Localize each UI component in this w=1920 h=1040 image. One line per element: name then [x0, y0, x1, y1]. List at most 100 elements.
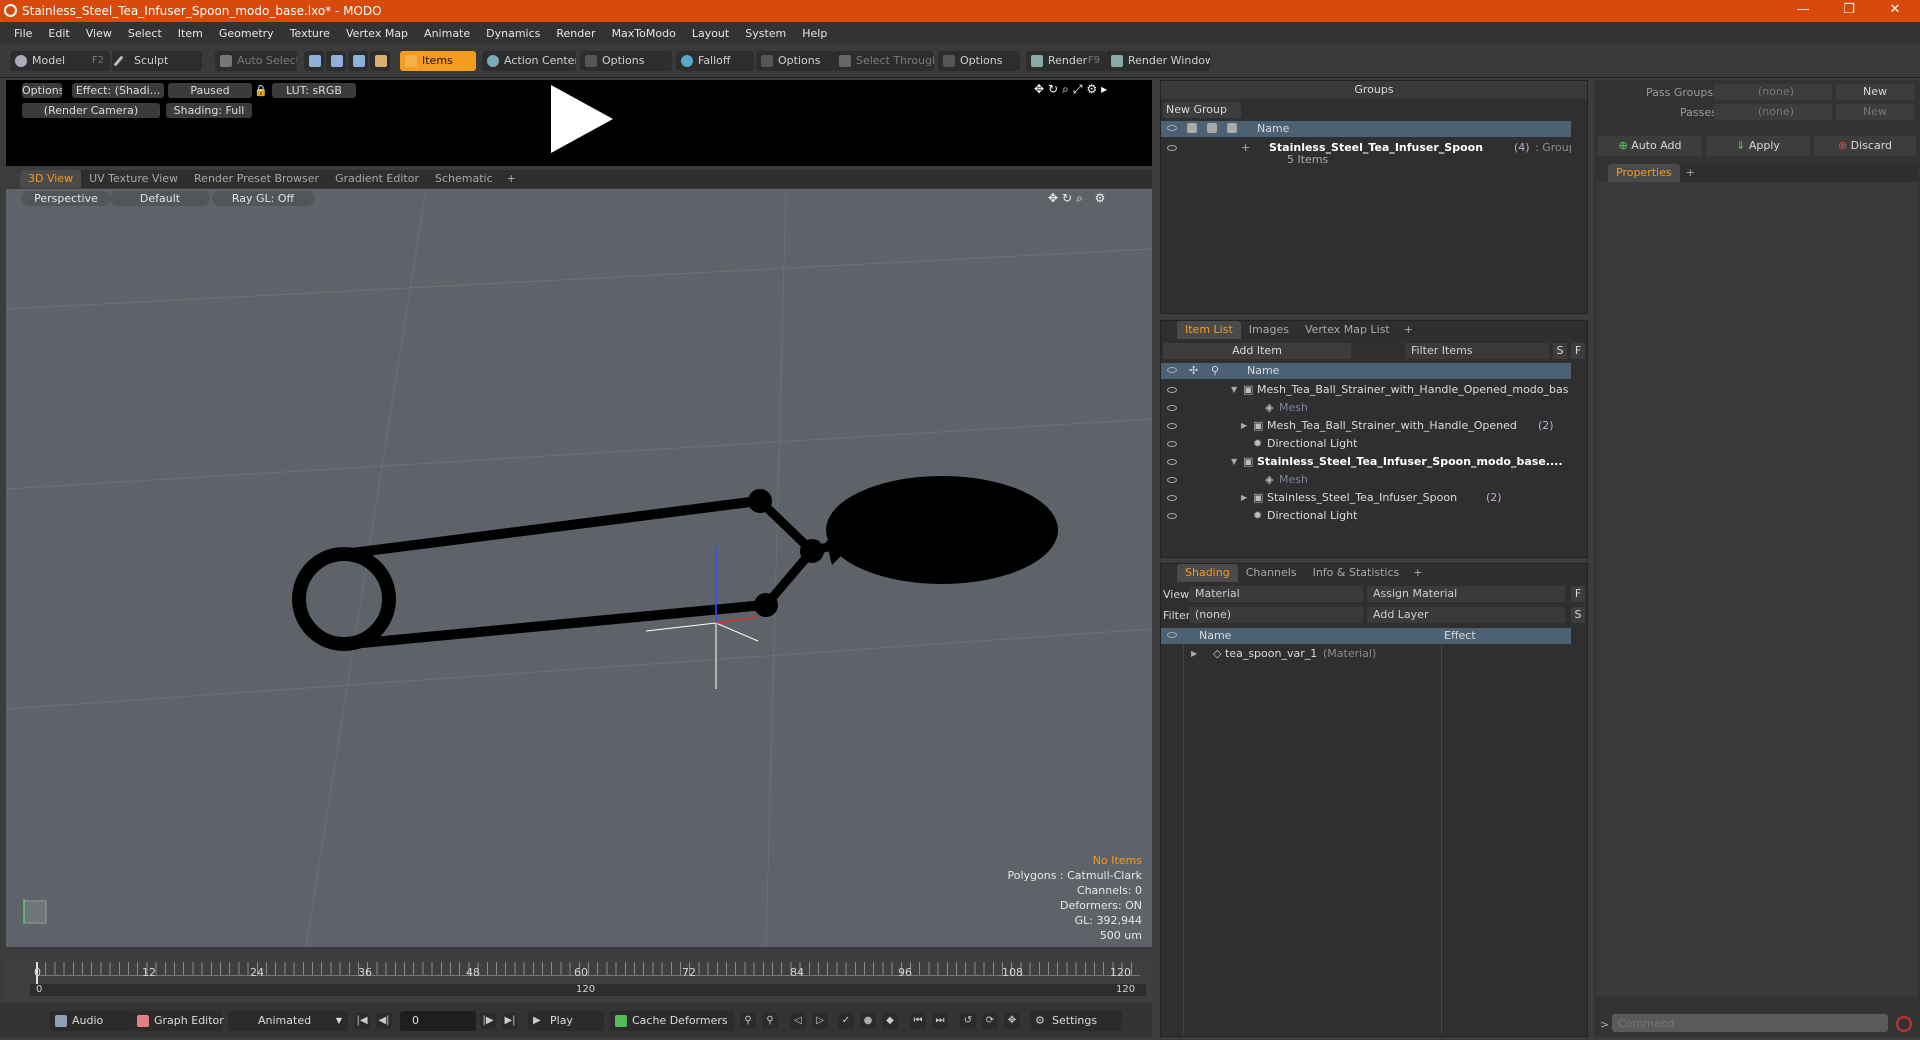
add-tab-button[interactable]: +: [1407, 564, 1428, 582]
menu-animate[interactable]: Animate: [416, 27, 478, 40]
action-center-button[interactable]: Action Center: [482, 51, 576, 71]
menu-texture[interactable]: Texture: [282, 27, 338, 40]
falloff-button[interactable]: Falloff: [676, 51, 754, 71]
misc-icon[interactable]: ✥: [1004, 1013, 1020, 1029]
item-row[interactable]: ◈ Mesh: [1161, 399, 1571, 417]
apply-button[interactable]: ⇓ Apply: [1706, 136, 1810, 156]
new-group-button[interactable]: New Group: [1163, 102, 1241, 118]
step-back-icon[interactable]: ◀|: [376, 1013, 392, 1029]
view-dropdown[interactable]: Material: [1189, 586, 1363, 602]
shading-dropdown[interactable]: Shading: Full: [166, 103, 252, 118]
sculpt-mode-button[interactable]: Sculpt: [112, 51, 202, 71]
filter-dropdown[interactable]: (none): [1189, 607, 1363, 623]
expand-arrow-icon[interactable]: ▼: [1231, 453, 1237, 471]
edges-mode-button[interactable]: [326, 51, 346, 71]
pass-groups-dropdown[interactable]: (none): [1714, 84, 1832, 100]
menu-file[interactable]: File: [6, 27, 40, 40]
tab-info-statistics[interactable]: Info & Statistics: [1305, 564, 1408, 582]
add-item-dropdown[interactable]: Add Item: [1163, 343, 1351, 359]
audio-button[interactable]: Audio: [50, 1011, 132, 1031]
add-layer-dropdown[interactable]: Add Layer: [1367, 607, 1565, 623]
action-center-options-button[interactable]: Options: [580, 51, 672, 71]
preview-effect-dropdown[interactable]: Effect: (Shadi...: [72, 83, 164, 98]
prev-marker-icon[interactable]: ⏮: [910, 1013, 926, 1029]
expand-arrow-icon[interactable]: ▼: [1231, 381, 1237, 399]
item-row[interactable]: ✹ Directional Light: [1161, 507, 1571, 525]
items-mode-button[interactable]: Items: [400, 51, 476, 71]
search-s-button[interactable]: S: [1553, 343, 1567, 359]
lut-dropdown[interactable]: LUT: sRGB: [272, 83, 356, 98]
command-input[interactable]: [1612, 1014, 1888, 1032]
record-icon[interactable]: ●: [860, 1013, 876, 1029]
filter-items-input[interactable]: Filter Items: [1405, 343, 1549, 359]
play-button[interactable]: ▶ Play: [528, 1011, 604, 1031]
auto-add-button[interactable]: ⊕ Auto Add: [1598, 136, 1702, 156]
go-to-end-icon[interactable]: ▶|: [502, 1013, 518, 1029]
model-mode-button[interactable]: Model F2: [10, 51, 110, 71]
cache-deformers-button[interactable]: Cache Deformers: [610, 1011, 734, 1031]
restore-icon[interactable]: ❐: [1826, 0, 1872, 22]
item-row[interactable]: ✹ Directional Light: [1161, 435, 1571, 453]
item-row[interactable]: ▼ ▣ Stainless_Steel_Tea_Infuser_Spoon_modo…: [1161, 453, 1571, 471]
expand-arrow-icon[interactable]: ▶: [1241, 417, 1247, 435]
timeline-range-bar[interactable]: 0 120 120: [30, 984, 1146, 996]
item-visibility-eye-icon[interactable]: [1167, 405, 1177, 411]
add-tab-button[interactable]: +: [1680, 164, 1701, 182]
select-through-button[interactable]: Select Through: [834, 51, 934, 71]
command-history-icon[interactable]: [1896, 1016, 1912, 1032]
tab-properties[interactable]: Properties: [1608, 164, 1680, 182]
tab-vertex-map-list[interactable]: Vertex Map List: [1297, 321, 1398, 339]
tab-schematic[interactable]: Schematic: [427, 170, 501, 188]
auto-key-icon[interactable]: ✓: [838, 1013, 854, 1029]
auto-select-button[interactable]: Auto Select: [215, 51, 297, 71]
minimize-icon[interactable]: —: [1780, 0, 1826, 22]
tab-channels[interactable]: Channels: [1238, 564, 1305, 582]
current-frame-field[interactable]: 0: [400, 1011, 476, 1031]
render-camera-dropdown[interactable]: (Render Camera): [22, 103, 160, 118]
key-filter-icon[interactable]: ◆: [882, 1013, 898, 1029]
3d-viewport[interactable]: Perspective Default Ray GL: Off ✥↻⌕ ⚙ No…: [6, 189, 1152, 947]
preview-paused-button[interactable]: Paused: [168, 83, 252, 98]
step-forward-icon[interactable]: |▶: [480, 1013, 496, 1029]
expand-icon[interactable]: +: [1241, 139, 1250, 157]
menu-help[interactable]: Help: [794, 27, 835, 40]
menu-render[interactable]: Render: [548, 27, 603, 40]
shading-s-button[interactable]: S: [1571, 607, 1585, 623]
new-pass-group-button[interactable]: New: [1836, 84, 1914, 100]
key-icon[interactable]: ⚲: [740, 1013, 756, 1029]
vertices-mode-button[interactable]: [304, 51, 324, 71]
play-icon[interactable]: [551, 85, 613, 153]
tab-images[interactable]: Images: [1241, 321, 1297, 339]
tab-shading[interactable]: Shading: [1177, 564, 1238, 582]
expand-arrow-icon[interactable]: ▶: [1191, 645, 1197, 663]
render-button[interactable]: Render F9: [1026, 51, 1106, 71]
add-tab-button[interactable]: +: [501, 170, 522, 188]
shading-f-button[interactable]: F: [1571, 586, 1585, 602]
tab-gradient-editor[interactable]: Gradient Editor: [327, 170, 427, 188]
preview-options-button[interactable]: Options: [22, 83, 62, 98]
settings-button[interactable]: ⚙ Settings: [1030, 1011, 1122, 1031]
menu-maxtomodo[interactable]: MaxToModo: [604, 27, 684, 40]
timeline[interactable]: 0 12 24 36 48 60 72 84 96 108 120 0 120 …: [6, 960, 1152, 1000]
preview-nav-icons[interactable]: ✥↻⌕⤢⚙▸: [1034, 82, 1111, 97]
discard-button[interactable]: ⊗ Discard: [1814, 136, 1916, 156]
timeline-ruler[interactable]: [36, 962, 1140, 976]
menu-layout[interactable]: Layout: [684, 27, 737, 40]
tab-render-preset-browser[interactable]: Render Preset Browser: [186, 170, 327, 188]
menu-select[interactable]: Select: [120, 27, 170, 40]
tab-3d-view[interactable]: 3D View: [20, 170, 82, 188]
graph-editor-button[interactable]: Graph Editor: [132, 1011, 224, 1031]
lock-icon[interactable]: 🔒: [254, 83, 268, 98]
item-visibility-eye-icon[interactable]: [1167, 495, 1177, 501]
prev-key-icon[interactable]: ◁: [790, 1013, 806, 1029]
new-pass-button[interactable]: New: [1836, 104, 1914, 120]
select-through-options-button[interactable]: Options: [938, 51, 1020, 71]
item-row[interactable]: ◈ Mesh: [1161, 471, 1571, 489]
item-visibility-eye-icon[interactable]: [1167, 513, 1177, 519]
add-tab-button[interactable]: +: [1398, 321, 1419, 339]
loop-icon[interactable]: ↺: [960, 1013, 976, 1029]
filter-f-button[interactable]: F: [1571, 343, 1585, 359]
render-window-button[interactable]: Render Window: [1106, 51, 1210, 71]
item-visibility-eye-icon[interactable]: [1167, 441, 1177, 447]
menu-system[interactable]: System: [737, 27, 794, 40]
